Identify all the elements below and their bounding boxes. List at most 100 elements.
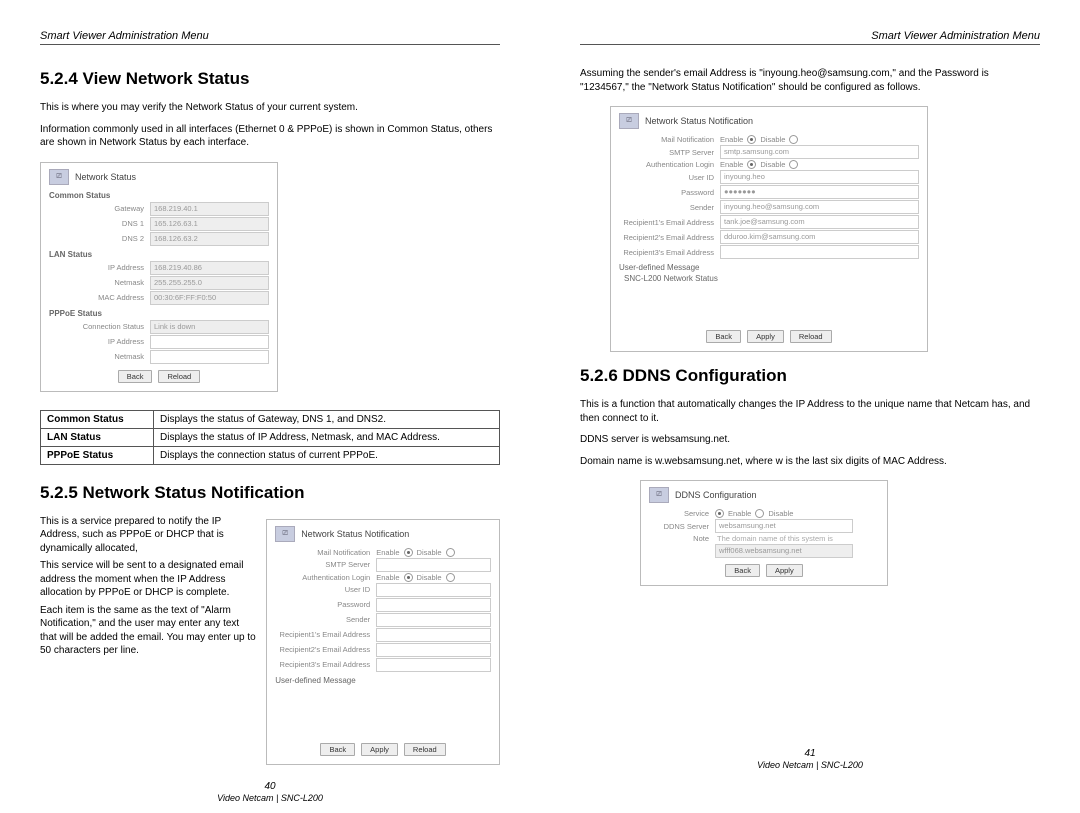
smtp-input[interactable] <box>376 558 491 572</box>
notification-panel-filled: ⎚ Network Status Notification Mail Notif… <box>610 106 928 352</box>
conn-value: Link is down <box>150 320 269 334</box>
msg-line1[interactable] <box>280 687 491 698</box>
mac-value: 00:30:6F:FF:F0:50 <box>150 291 269 305</box>
para-524-1: This is where you may verify the Network… <box>40 101 500 115</box>
auth-radio[interactable]: Enable Disable <box>376 573 454 582</box>
gateway-label: Gateway <box>49 204 150 213</box>
row2-val: Displays the status of IP Address, Netma… <box>154 428 500 446</box>
smtp-label: SMTP Server <box>275 560 376 569</box>
r3-label: Recipient3's Email Address <box>619 248 720 257</box>
r3-input[interactable] <box>720 245 919 259</box>
reload-button[interactable]: Reload <box>158 370 200 383</box>
pw-input[interactable] <box>376 598 491 612</box>
pip-value <box>150 335 269 349</box>
mail-label: Mail Notification <box>275 548 376 557</box>
row1-key: Common Status <box>41 410 154 428</box>
server-input[interactable]: websamsung.net <box>715 519 853 533</box>
r1-label: Recipient1's Email Address <box>619 218 720 227</box>
para-526-2: DDNS server is websamsung.net. <box>580 433 1040 447</box>
para-524-2: Information commonly used in all interfa… <box>40 123 500 150</box>
network-icon: ⎚ <box>649 487 669 503</box>
mac-label: MAC Address <box>49 293 150 302</box>
back-button[interactable]: Back <box>725 564 760 577</box>
row2-key: LAN Status <box>41 428 154 446</box>
pw-label: Password <box>619 188 720 197</box>
page-41: Smart Viewer Administration Menu Assumin… <box>540 30 1080 780</box>
note-label: Note <box>649 534 715 543</box>
dns1-label: DNS 1 <box>49 219 150 228</box>
r2-input[interactable] <box>376 643 491 657</box>
notification-panel-blank: ⎚ Network Status Notification Mail Notif… <box>266 519 500 765</box>
mail-radio[interactable]: Enable Disable <box>720 135 798 144</box>
udm-label: User-defined Message <box>275 676 491 685</box>
heading-526: 5.2.6 DDNS Configuration <box>580 366 1040 386</box>
para-525-3: Each item is the same as the text of "Al… <box>40 604 256 658</box>
smtp-input[interactable]: smtp.samsung.com <box>720 145 919 159</box>
apply-button[interactable]: Apply <box>747 330 784 343</box>
r2-input[interactable]: dduroo.kim@samsung.com <box>720 230 919 244</box>
uid-label: User ID <box>275 585 376 594</box>
uid-input[interactable] <box>376 583 491 597</box>
network-icon: ⎚ <box>49 169 69 185</box>
dns1-value: 165.126.63.1 <box>150 217 269 231</box>
apply-button[interactable]: Apply <box>766 564 803 577</box>
network-icon: ⎚ <box>275 526 295 542</box>
mail-label: Mail Notification <box>619 135 720 144</box>
pip-label: IP Address <box>49 337 150 346</box>
r3-label: Recipient3's Email Address <box>275 660 376 669</box>
heading-525: 5.2.5 Network Status Notification <box>40 483 500 503</box>
netmask-label: Netmask <box>49 278 150 287</box>
network-status-panel: ⎚ Network Status Common Status Gateway16… <box>40 162 278 392</box>
sender-input[interactable] <box>376 613 491 627</box>
panel-title: Network Status Notification <box>645 116 753 126</box>
msg-line2[interactable] <box>624 287 919 298</box>
para-526-1: This is a function that automatically ch… <box>580 398 1040 425</box>
sender-input[interactable]: inyoung.heo@samsung.com <box>720 200 919 214</box>
page-40: Smart Viewer Administration Menu 5.2.4 V… <box>0 30 540 780</box>
r1-label: Recipient1's Email Address <box>275 630 376 639</box>
gateway-value: 168.219.40.1 <box>150 202 269 216</box>
common-status-label: Common Status <box>49 191 269 200</box>
msg-line2[interactable] <box>280 700 491 711</box>
footer-product: Video Netcam | SNC-L200 <box>580 760 1040 770</box>
r1-input[interactable] <box>376 628 491 642</box>
smtp-label: SMTP Server <box>619 148 720 157</box>
msg-line1[interactable]: SNC-L200 Network Status <box>624 274 919 285</box>
dns2-label: DNS 2 <box>49 234 150 243</box>
uid-label: User ID <box>619 173 720 182</box>
panel-title: Network Status <box>75 172 136 182</box>
server-label: DDNS Server <box>649 522 715 531</box>
mail-radio[interactable]: Enable Disable <box>376 548 454 557</box>
msg-line3[interactable] <box>624 300 919 311</box>
pw-input[interactable]: ●●●●●●● <box>720 185 919 199</box>
note-text: The domain name of this system is <box>715 534 833 543</box>
page-footer-left: 40 Video Netcam | SNC-L200 <box>40 773 500 813</box>
ddns-panel: ⎚ DDNS Configuration Service Enable Disa… <box>640 480 888 586</box>
r2-label: Recipient2's Email Address <box>619 233 720 242</box>
msg-line4[interactable] <box>280 726 491 737</box>
status-description-table: Common StatusDisplays the status of Gate… <box>40 410 500 465</box>
back-button[interactable]: Back <box>320 743 355 756</box>
udm-label: User-defined Message <box>619 263 919 272</box>
r2-label: Recipient2's Email Address <box>275 645 376 654</box>
uid-input[interactable]: inyoung.heo <box>720 170 919 184</box>
footer-product: Video Netcam | SNC-L200 <box>40 793 500 803</box>
msg-line4[interactable] <box>624 313 919 324</box>
service-radio[interactable]: Enable Disable <box>715 509 793 518</box>
r1-input[interactable]: tank.joe@samsung.com <box>720 215 919 229</box>
panel-title: Network Status Notification <box>301 529 409 539</box>
page-number: 41 <box>580 748 1040 759</box>
intro-paragraph: Assuming the sender's email Address is "… <box>580 67 1040 94</box>
page-number: 40 <box>40 781 500 792</box>
back-button[interactable]: Back <box>118 370 153 383</box>
auth-radio[interactable]: Enable Disable <box>720 160 798 169</box>
apply-button[interactable]: Apply <box>361 743 398 756</box>
back-button[interactable]: Back <box>706 330 741 343</box>
pnm-label: Netmask <box>49 352 150 361</box>
ip-value: 168.219.40.86 <box>150 261 269 275</box>
pw-label: Password <box>275 600 376 609</box>
reload-button[interactable]: Reload <box>790 330 832 343</box>
msg-line3[interactable] <box>280 713 491 724</box>
reload-button[interactable]: Reload <box>404 743 446 756</box>
r3-input[interactable] <box>376 658 491 672</box>
